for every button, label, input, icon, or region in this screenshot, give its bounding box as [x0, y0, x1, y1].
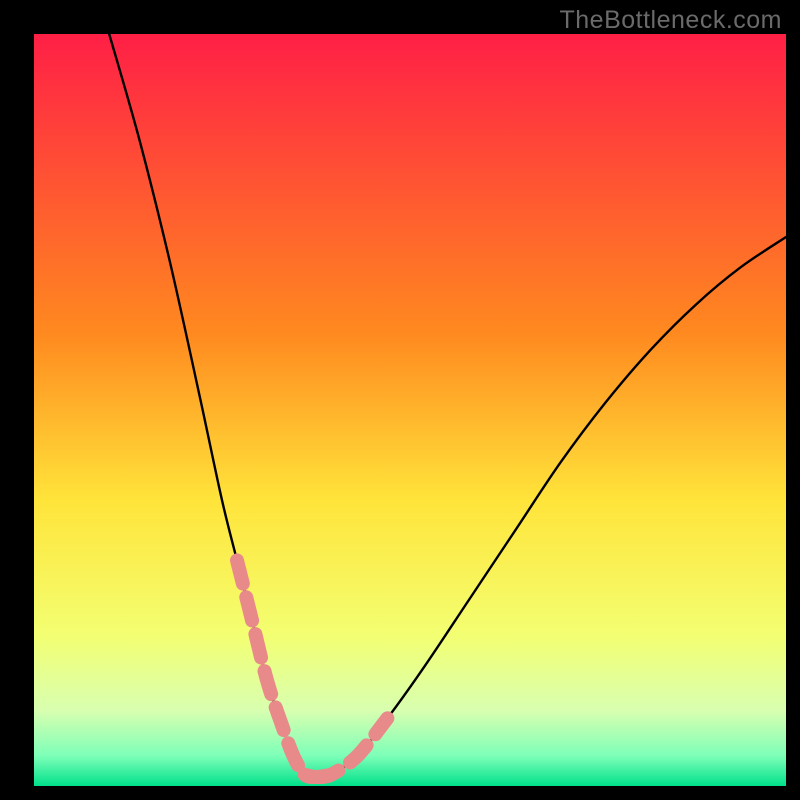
bottleneck-chart [0, 0, 800, 800]
highlight-dash-floor [305, 775, 331, 777]
watermark-text: TheBottleneck.com [560, 6, 783, 35]
chart-frame: TheBottleneck.com [0, 0, 800, 800]
plot-area [34, 34, 786, 786]
